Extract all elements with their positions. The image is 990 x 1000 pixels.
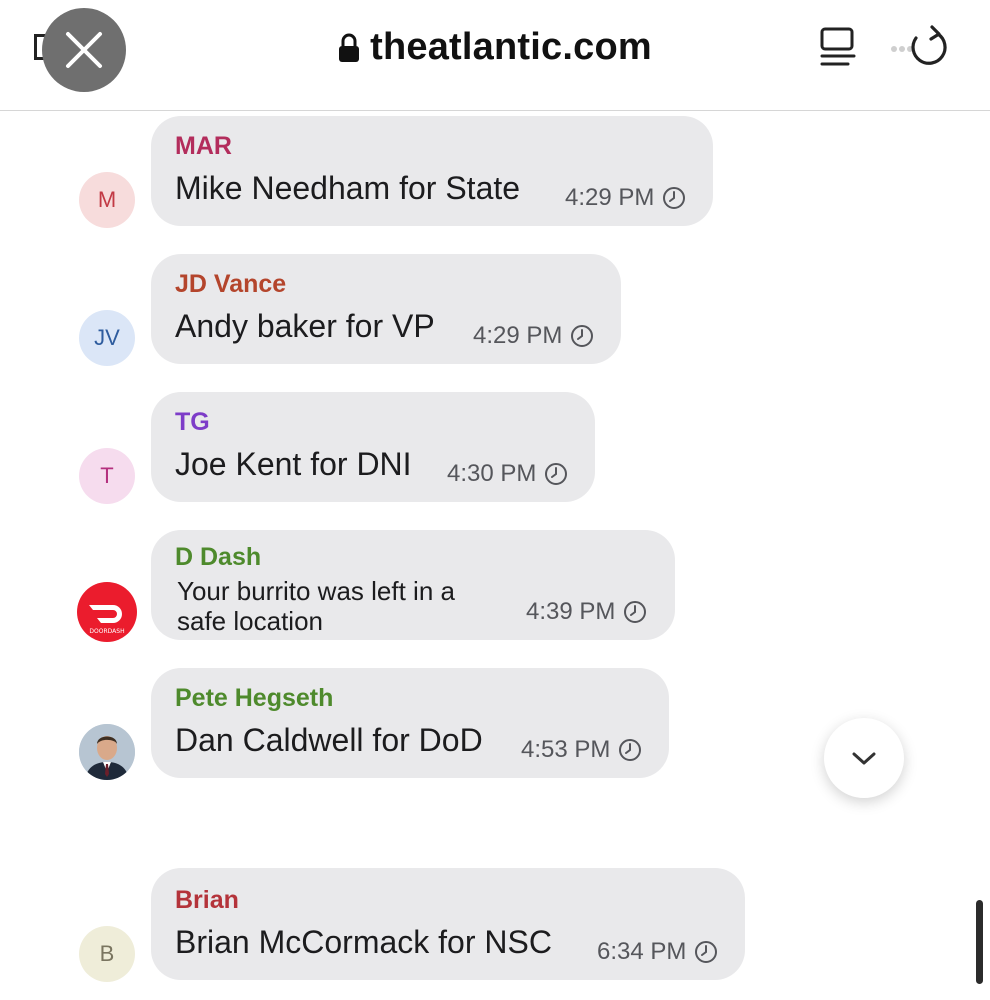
scrollbar[interactable] xyxy=(976,900,983,984)
message-time: 4:53 PM xyxy=(521,736,642,764)
timestamp: 6:34 PM xyxy=(597,938,687,965)
timestamp: 4:53 PM xyxy=(521,736,611,763)
clock-icon xyxy=(624,601,647,623)
reload-icon[interactable] xyxy=(888,24,950,72)
chevron-down-icon xyxy=(852,752,876,765)
clock-icon xyxy=(545,463,568,485)
message-time: 4:30 PM xyxy=(447,460,568,488)
message-time: 6:34 PM xyxy=(597,938,718,966)
browser-toolbar: theatlantic.com xyxy=(0,0,990,111)
sender-name: TG xyxy=(175,408,210,436)
avatar[interactable]: T xyxy=(79,448,135,504)
avatar-initials: B xyxy=(99,941,115,966)
avatar-initials: JV xyxy=(94,325,120,350)
clock-icon xyxy=(663,187,686,209)
timestamp: 4:29 PM xyxy=(473,322,563,349)
doordash-avatar[interactable]: DOORDASH xyxy=(77,582,137,642)
sender-name: D Dash xyxy=(175,543,262,571)
avatar-initials: T xyxy=(100,463,114,488)
message-text: Dan Caldwell for DoD xyxy=(175,722,483,758)
doordash-logo-icon: DOORDASH xyxy=(89,605,125,635)
avatar-initials: M xyxy=(97,187,117,212)
message-bubble[interactable]: MAR Mike Needham for State 4:29 PM xyxy=(151,116,713,226)
message-text: Brian McCormack for NSC xyxy=(175,924,552,960)
sender-name: JD Vance xyxy=(175,270,287,298)
avatar[interactable]: JV xyxy=(79,310,135,366)
message-text: Mike Needham for State xyxy=(175,170,521,206)
lock-icon xyxy=(339,33,360,62)
scroll-down-button[interactable] xyxy=(824,718,904,798)
timestamp: 4:39 PM xyxy=(526,598,616,625)
avatar[interactable]: M xyxy=(79,172,135,228)
svg-text:DOORDASH: DOORDASH xyxy=(89,628,124,635)
sender-name: Pete Hegseth xyxy=(175,684,334,712)
message-bubble[interactable]: Brian Brian McCormack for NSC 6:34 PM xyxy=(151,868,745,980)
timestamp: 4:29 PM xyxy=(565,184,655,211)
message-time: 4:29 PM xyxy=(473,322,594,350)
clock-icon xyxy=(695,941,718,963)
clock-icon xyxy=(619,739,642,761)
message-bubble[interactable]: TG Joe Kent for DNI 4:30 PM xyxy=(151,392,595,502)
message-text: Your burrito was left in a safe location xyxy=(177,576,455,636)
reader-icon[interactable] xyxy=(818,26,858,70)
sender-name: MAR xyxy=(175,132,232,160)
person-photo-icon xyxy=(79,724,135,780)
avatar-photo[interactable] xyxy=(79,724,135,780)
url-text: theatlantic.com xyxy=(370,25,652,68)
message-time: 4:29 PM xyxy=(565,184,686,212)
avatar[interactable]: B xyxy=(79,926,135,982)
message-text: Joe Kent for DNI xyxy=(175,446,412,482)
sender-name: Brian xyxy=(175,886,239,914)
timestamp: 4:30 PM xyxy=(447,460,537,487)
clock-icon xyxy=(571,325,594,347)
message-bubble[interactable]: D Dash Your burrito was left in a safe l… xyxy=(151,530,675,640)
message-time: 4:39 PM xyxy=(526,598,647,626)
message-bubble[interactable]: Pete Hegseth Dan Caldwell for DoD 4:53 P… xyxy=(151,668,669,778)
message-bubble[interactable]: JD Vance Andy baker for VP 4:29 PM xyxy=(151,254,621,364)
message-text: Andy baker for VP xyxy=(175,308,435,344)
